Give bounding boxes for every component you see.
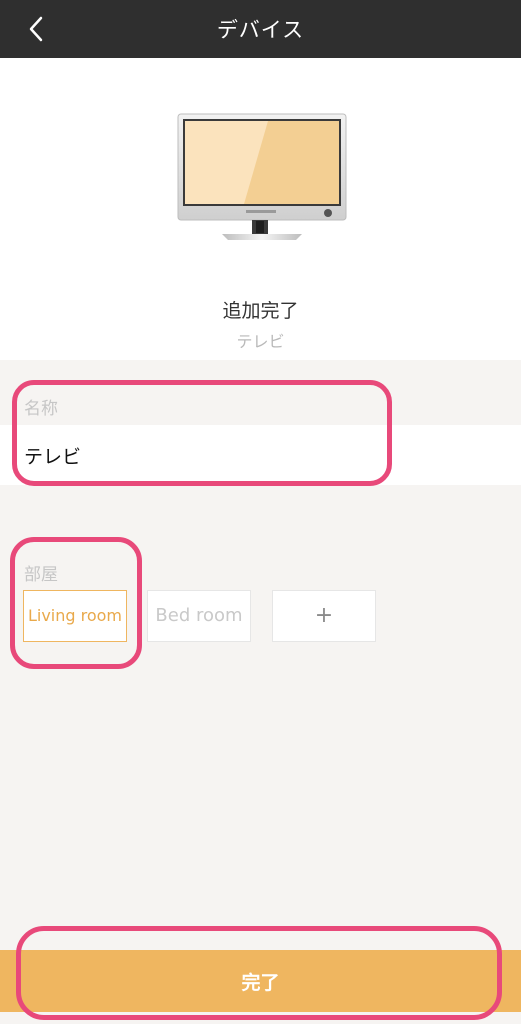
- room-section-label: 部屋: [24, 565, 58, 585]
- name-section-label: 名称: [24, 399, 58, 419]
- done-button[interactable]: 完了: [0, 950, 521, 1012]
- header-bar: デバイス: [0, 0, 521, 58]
- page-title: デバイス: [216, 18, 305, 42]
- tv-icon: [177, 113, 347, 240]
- device-added-screen: デバイス 追加完了 テレビ 名称 テレビ 部屋 Living room Bed …: [0, 0, 521, 1024]
- status-title: 追加完了: [222, 300, 299, 322]
- add-room-button[interactable]: +: [272, 590, 376, 642]
- room-chip-bed-room[interactable]: Bed room: [147, 590, 251, 642]
- back-button[interactable]: [16, 9, 56, 49]
- device-summary: 追加完了 テレビ: [0, 58, 521, 360]
- name-field-row: [0, 425, 521, 485]
- room-chip-living-room[interactable]: Living room: [23, 590, 127, 642]
- chevron-left-icon: [29, 16, 43, 42]
- device-name-input[interactable]: [24, 437, 494, 473]
- device-type-label: テレビ: [236, 332, 285, 351]
